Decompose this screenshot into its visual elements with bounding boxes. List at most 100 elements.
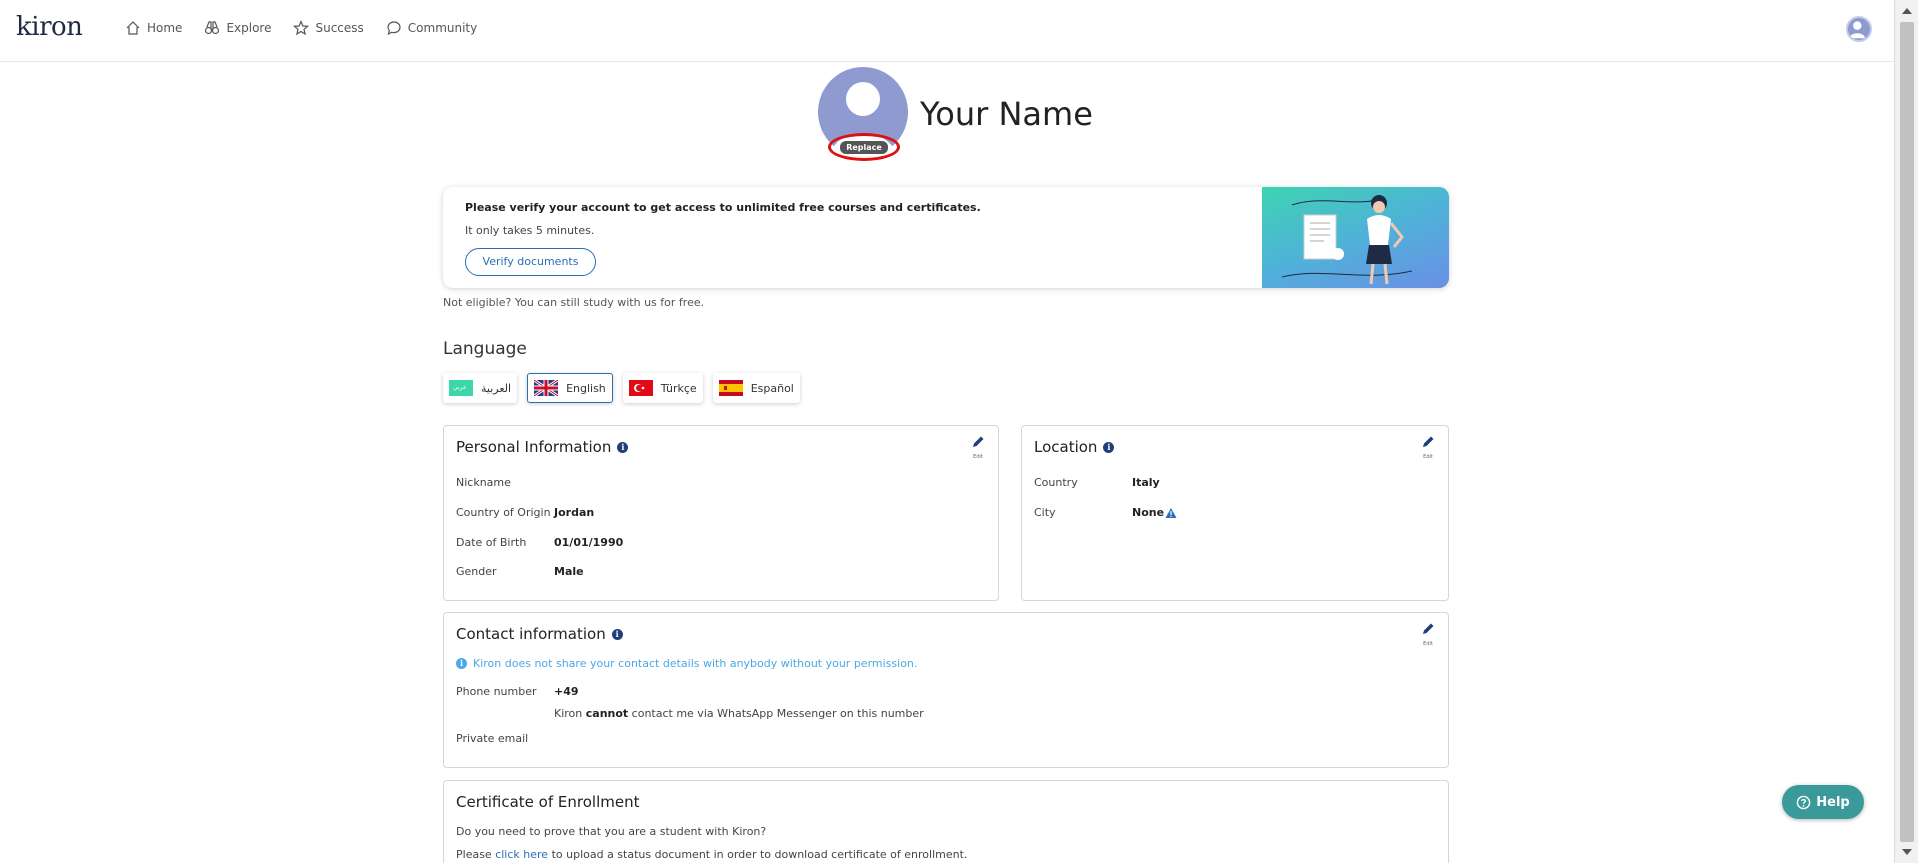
language-option-label: Español — [750, 381, 794, 395]
nav-explore-label: Explore — [226, 21, 272, 35]
nav-home-label: Home — [147, 21, 183, 35]
contact-information-card: Contact information i Edit i Kiron does … — [443, 612, 1449, 768]
edit-personal-button[interactable]: Edit — [968, 434, 988, 460]
edit-label: Edit — [1423, 641, 1433, 647]
main-nav: Home Explore Success Community — [125, 20, 477, 36]
profile-name: Your Name — [920, 95, 1093, 133]
nav-success-label: Success — [315, 21, 364, 35]
private-email-label: Private email — [456, 732, 529, 745]
verify-banner-title: Please verify your account to get access… — [465, 201, 981, 214]
home-icon — [126, 21, 140, 35]
certificate-instructions: Please click here to upload a status doc… — [456, 848, 967, 861]
certificate-question: Do you need to prove that you are a stud… — [456, 825, 767, 838]
top-navbar: kiron Home Explore Success Community — [0, 0, 1894, 62]
scroll-up-arrow-icon[interactable] — [1902, 8, 1912, 14]
personal-information-title: Personal Information i — [456, 438, 629, 456]
woman-with-document-illustration — [1281, 195, 1413, 285]
gender-value: Male — [554, 565, 584, 578]
certificate-text-pre: Please — [456, 848, 496, 861]
certificate-text-post: to upload a status document in order to … — [548, 848, 968, 861]
language-option-english[interactable]: English — [527, 373, 613, 403]
personal-information-card: Personal Information i Edit Nickname Cou… — [443, 425, 999, 601]
privacy-notice: i Kiron does not share your contact deta… — [456, 657, 917, 670]
help-button[interactable]: Help — [1782, 785, 1864, 819]
whatsapp-permission-text: Kiron cannot contact me via WhatsApp Mes… — [554, 707, 924, 720]
verify-documents-button[interactable]: Verify documents — [465, 248, 596, 276]
help-label: Help — [1816, 794, 1850, 810]
verify-banner-illustration — [1262, 187, 1449, 288]
info-icon[interactable]: i — [617, 441, 629, 453]
turkey-flag-icon — [628, 380, 653, 396]
user-silhouette-icon — [1849, 21, 1865, 39]
verify-banner: Please verify your account to get access… — [443, 187, 1449, 288]
contact-information-title: Contact information i — [456, 625, 623, 643]
date-of-birth-value: 01/01/1990 — [554, 536, 624, 549]
whatsapp-text-bold: cannot — [585, 707, 629, 720]
pencil-icon — [1423, 436, 1434, 447]
warning-icon[interactable] — [1165, 507, 1177, 519]
language-selector: عربي العربية English Türkçe Español — [443, 373, 800, 403]
language-option-arabic[interactable]: عربي العربية — [443, 373, 518, 403]
location-title: Location i — [1034, 438, 1115, 456]
nav-community-label: Community — [407, 21, 478, 35]
arabic-flag-icon: عربي — [449, 380, 473, 396]
gender-label: Gender — [456, 565, 497, 578]
info-icon: i — [456, 658, 467, 669]
language-option-turkish[interactable]: Türkçe — [622, 373, 703, 403]
edit-label: Edit — [973, 454, 983, 460]
question-circle-icon — [1796, 795, 1811, 809]
whatsapp-text-pre: Kiron — [554, 707, 586, 720]
city-value-wrap: None — [1132, 506, 1177, 519]
whatsapp-text-post: contact me via WhatsApp Messenger on thi… — [628, 707, 924, 720]
scroll-down-arrow-icon[interactable] — [1902, 849, 1912, 855]
page-scrollbar[interactable] — [1894, 0, 1918, 863]
phone-number-value: +49 — [554, 685, 579, 698]
edit-label: Edit — [1423, 454, 1433, 460]
nav-home[interactable]: Home — [125, 20, 182, 36]
nickname-label: Nickname — [456, 476, 511, 489]
language-heading: Language — [443, 339, 527, 359]
city-label: City — [1034, 506, 1056, 519]
city-value: None — [1132, 506, 1165, 519]
country-value: Italy — [1132, 476, 1160, 489]
click-here-link[interactable]: click here — [495, 848, 548, 861]
location-card: Location i Edit Country Italy City None — [1021, 425, 1449, 601]
kiron-logo[interactable]: kiron — [16, 12, 83, 42]
nav-success[interactable]: Success — [293, 20, 364, 36]
certificate-card: Certificate of Enrollment Do you need to… — [443, 780, 1449, 863]
country-of-origin-value: Jordan — [554, 506, 595, 519]
replace-avatar-button[interactable]: Replace — [840, 141, 888, 154]
country-of-origin-label: Country of Origin — [456, 506, 551, 519]
info-icon[interactable]: i — [1103, 441, 1115, 453]
card-title-text: Personal Information — [456, 438, 612, 456]
country-label: Country — [1034, 476, 1078, 489]
card-title-text: Certificate of Enrollment — [456, 793, 640, 811]
pencil-icon — [1423, 623, 1434, 634]
language-option-label: English — [566, 381, 606, 395]
edit-location-button[interactable]: Edit — [1418, 434, 1438, 460]
nav-explore[interactable]: Explore — [204, 20, 271, 36]
spain-flag-icon — [718, 380, 743, 396]
card-title-text: Contact information — [456, 625, 606, 643]
language-option-spanish[interactable]: Español — [712, 373, 800, 403]
uk-flag-icon — [534, 380, 559, 396]
card-title-text: Location — [1034, 438, 1098, 456]
scrollbar-thumb[interactable] — [1900, 22, 1914, 842]
info-icon[interactable]: i — [611, 628, 623, 640]
phone-number-label: Phone number — [456, 685, 537, 698]
privacy-notice-text: Kiron does not share your contact detail… — [473, 657, 918, 670]
star-icon — [293, 20, 310, 36]
certificate-title: Certificate of Enrollment — [456, 793, 639, 811]
edit-contact-button[interactable]: Edit — [1418, 621, 1438, 647]
binoculars-icon — [205, 21, 220, 35]
user-avatar-button[interactable] — [1846, 16, 1872, 42]
pencil-icon — [973, 436, 984, 447]
not-eligible-text: Not eligible? You can still study with u… — [443, 296, 705, 309]
replace-highlight-ring: Replace — [828, 133, 900, 161]
chat-bubble-icon — [387, 21, 401, 36]
verify-banner-subtitle: It only takes 5 minutes. — [465, 224, 595, 237]
language-option-label: Türkçe — [660, 381, 697, 395]
language-option-label: العربية — [481, 381, 512, 395]
nav-community[interactable]: Community — [386, 20, 477, 36]
date-of-birth-label: Date of Birth — [456, 536, 527, 549]
